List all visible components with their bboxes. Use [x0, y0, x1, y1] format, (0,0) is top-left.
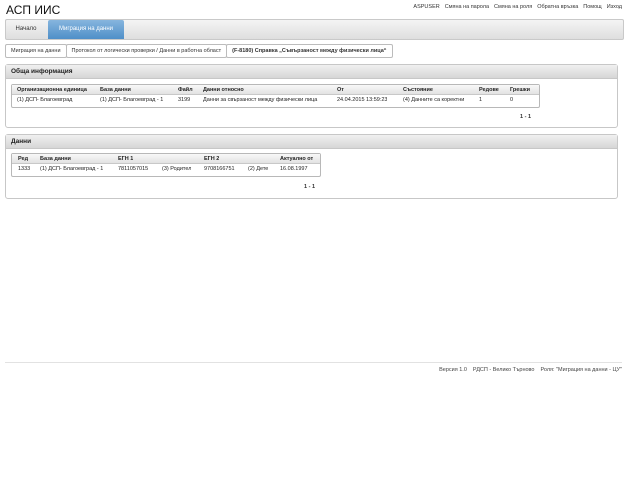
- data-grid: Ред База данни ЕГН 1 ЕГН 2 Актуално от 1…: [11, 153, 321, 177]
- main-tabbar: Начало Миграция на данни: [5, 19, 624, 40]
- column-header-org-unit[interactable]: Организационна единица: [17, 87, 87, 93]
- help-link[interactable]: Помощ: [583, 4, 601, 10]
- column-header-rows[interactable]: Редове: [479, 87, 499, 93]
- breadcrumb-item-migration[interactable]: Миграция на данни: [5, 44, 67, 58]
- breadcrumb-item-protocol[interactable]: Протокол от логически проверки / Данни в…: [65, 44, 228, 58]
- cell-file: 3199: [178, 97, 191, 103]
- footer-divider: [5, 362, 622, 363]
- cell-data-about: Данни за свързаност между физически лица: [203, 97, 318, 103]
- cell-status: (4) Данните са коректни: [403, 97, 465, 103]
- cell-row: 1333: [18, 166, 31, 172]
- tab-data-migration[interactable]: Миграция на данни: [48, 20, 124, 39]
- column-header-data-about[interactable]: Данни относно: [203, 87, 244, 93]
- user-link[interactable]: ASPUSER: [413, 4, 439, 10]
- column-header-status[interactable]: Състояние: [403, 87, 433, 93]
- cell-database: (1) ДСП- Благоевград - 1: [40, 166, 104, 172]
- cell-errors: 0: [510, 97, 514, 103]
- footer-role: Роля: "Миграция на данни - ЦУ": [540, 367, 622, 373]
- column-header-file[interactable]: Файл: [178, 87, 193, 93]
- feedback-link[interactable]: Обратна връзка: [537, 4, 578, 10]
- cell-from: 24.04.2015 13:59:23: [337, 97, 388, 103]
- general-pager: 1 - 1: [520, 114, 532, 120]
- cell-egn1: 7811057015: [118, 166, 149, 172]
- cell-org-unit: (1) ДСП- Благоевград: [17, 97, 73, 103]
- cell-rows: 1: [479, 97, 483, 103]
- data-panel: Данни Ред База данни ЕГН 1 ЕГН 2 Актуалн…: [5, 134, 618, 199]
- footer-office: РДСП - Велико Търново: [472, 367, 535, 373]
- app-title: АСП ИИС: [6, 3, 61, 17]
- column-header-database[interactable]: База данни: [40, 156, 71, 162]
- column-header-from[interactable]: От: [337, 87, 344, 93]
- breadcrumb-item-current: (F-8180) Справка „Съвързаност между физи…: [226, 44, 393, 58]
- change-role-link[interactable]: Смяна на роля: [494, 4, 532, 10]
- general-info-panel: Обща информация Организационна единица Б…: [5, 64, 618, 128]
- footer: Версия 1.0 РДСП - Велико Търново Роля: "…: [439, 367, 622, 373]
- tab-home[interactable]: Начало: [6, 20, 46, 39]
- change-password-link[interactable]: Смяна на парола: [445, 4, 489, 10]
- column-header-database[interactable]: База данни: [100, 87, 131, 93]
- breadcrumb: Миграция на данни Протокол от логически …: [5, 44, 393, 58]
- general-info-grid: Организационна единица База данни Файл Д…: [11, 84, 540, 108]
- cell-database: (1) ДСП- Благоевград - 1: [100, 97, 164, 103]
- data-panel-title: Данни: [6, 135, 617, 149]
- logout-link[interactable]: Изход: [607, 4, 622, 10]
- column-header-errors[interactable]: Грешки: [510, 87, 530, 93]
- general-grid-header: [12, 85, 539, 95]
- footer-version: Версия 1.0: [439, 367, 467, 373]
- cell-relation1: (3) Родител: [162, 166, 192, 172]
- cell-egn2: 9708166751: [204, 166, 235, 172]
- general-info-title: Обща информация: [6, 65, 617, 79]
- column-header-egn2[interactable]: ЕГН 2: [204, 156, 219, 162]
- data-pager: 1 - 1: [304, 184, 316, 190]
- column-header-egn1[interactable]: ЕГН 1: [118, 156, 133, 162]
- top-links: ASPUSER Смяна на парола Смяна на роля Об…: [413, 4, 622, 10]
- column-header-actual-from[interactable]: Актуално от: [280, 156, 313, 162]
- column-header-row[interactable]: Ред: [18, 156, 28, 162]
- cell-actual-from: 16.08.1997: [280, 166, 308, 172]
- cell-relation2: (2) Дете: [248, 166, 269, 172]
